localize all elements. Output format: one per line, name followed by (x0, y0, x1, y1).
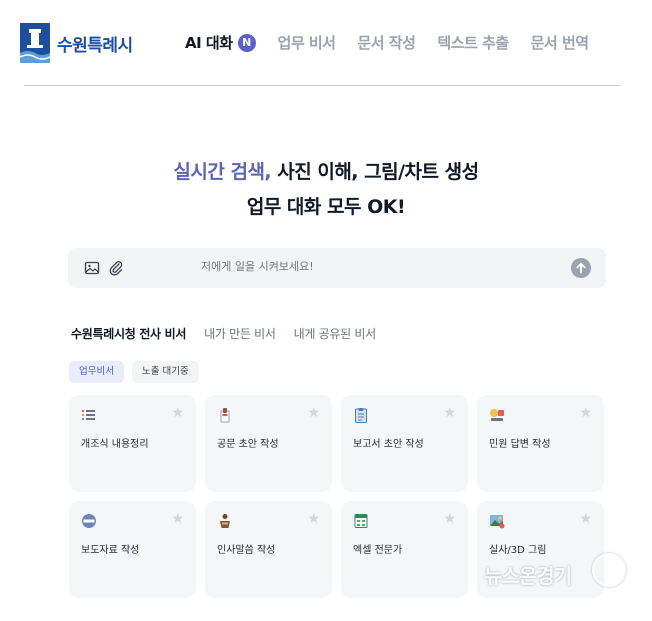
hero-line-1: 실시간 검색, 사진 이해, 그림/차트 생성 (0, 157, 652, 184)
star-icon[interactable]: ★ (579, 512, 592, 526)
star-icon[interactable]: ★ (443, 406, 456, 420)
document-stamp-icon (220, 408, 230, 423)
tab-my-assistants[interactable]: 내가 만든 비서 (204, 325, 276, 342)
star-icon[interactable]: ★ (443, 512, 456, 526)
brand-name[interactable]: 수원특례시 (57, 31, 133, 56)
nav-document-translation[interactable]: 문서 번역 (531, 32, 589, 53)
watermark: 뉴스온경기 (484, 564, 572, 588)
list-icon (82, 410, 95, 420)
star-icon[interactable]: ★ (171, 512, 184, 526)
assistant-card[interactable]: ★ 공문 초안 작성 (205, 395, 332, 492)
picture-icon (490, 515, 505, 529)
header: 수원특례시 AI 대화 N 업무 비서 문서 작성 텍스트 추출 문서 번역 (0, 0, 652, 86)
news-icon (82, 514, 96, 528)
spreadsheet-icon (354, 514, 368, 528)
card-label: 개조식 내용정리 (81, 439, 149, 450)
card-label: 엑셀 전문가 (353, 545, 403, 556)
clipboard-icon (355, 408, 367, 423)
chip-pending-exposure[interactable]: 노출 대기중 (131, 361, 199, 383)
card-label: 공문 초안 작성 (217, 439, 279, 450)
assistant-card[interactable]: ★ 보도자료 작성 (69, 501, 196, 598)
star-icon[interactable]: ★ (307, 406, 320, 420)
nav-ai-chat-label: AI 대화 (185, 34, 233, 52)
assistant-tabs: 수원특례시청 전사 비서 내가 만든 비서 내게 공유된 비서 (71, 325, 394, 342)
tab-shared-assistants[interactable]: 내게 공유된 비서 (294, 325, 377, 342)
send-arrow-icon (576, 262, 586, 274)
hero-accent-text: 실시간 검색, (173, 161, 272, 183)
header-divider (24, 85, 620, 86)
hero-rest-text: 사진 이해, 그림/차트 생성 (271, 161, 479, 183)
prompt-input[interactable] (201, 260, 601, 273)
nav-document-writing[interactable]: 문서 작성 (357, 32, 415, 53)
tab-company-assistants[interactable]: 수원특례시청 전사 비서 (71, 325, 186, 342)
podium-icon (220, 514, 230, 528)
card-label: 실사/3D 그림 (489, 545, 547, 556)
chat-input-box[interactable] (68, 248, 606, 288)
new-badge: N (237, 33, 256, 52)
assistant-card[interactable]: ★ 민원 답변 작성 (477, 395, 604, 492)
card-label: 민원 답변 작성 (489, 439, 551, 450)
star-icon[interactable]: ★ (579, 406, 592, 420)
chat-response-icon (490, 409, 504, 421)
main-nav: AI 대화 N 업무 비서 문서 작성 텍스트 추출 문서 번역 (185, 32, 611, 53)
star-icon[interactable]: ★ (307, 512, 320, 526)
image-icon[interactable] (84, 260, 100, 276)
nav-work-assistant[interactable]: 업무 비서 (278, 32, 336, 53)
star-icon[interactable]: ★ (171, 406, 184, 420)
suwon-logo-icon[interactable] (20, 23, 50, 63)
nav-text-extraction[interactable]: 텍스트 추출 (437, 32, 509, 53)
chip-work-assistant[interactable]: 업무비서 (69, 361, 124, 383)
nav-ai-chat[interactable]: AI 대화 N (185, 32, 256, 53)
card-label: 보도자료 작성 (81, 545, 140, 556)
card-label: 인사말씀 작성 (217, 545, 276, 556)
assistant-card[interactable]: ★ 개조식 내용정리 (69, 395, 196, 492)
assistant-card[interactable]: ★ 보고서 초안 작성 (341, 395, 468, 492)
assistant-card[interactable]: ★ 엑셀 전문가 (341, 501, 468, 598)
assistant-card[interactable]: ★ 인사말씀 작성 (205, 501, 332, 598)
send-button[interactable] (571, 258, 591, 278)
hero-line-2: 업무 대화 모두 OK! (246, 196, 406, 218)
watermark-circle (592, 553, 626, 587)
filter-chips: 업무비서 노출 대기중 (69, 361, 207, 383)
card-label: 보고서 초안 작성 (353, 439, 424, 450)
paperclip-icon[interactable] (108, 260, 124, 276)
